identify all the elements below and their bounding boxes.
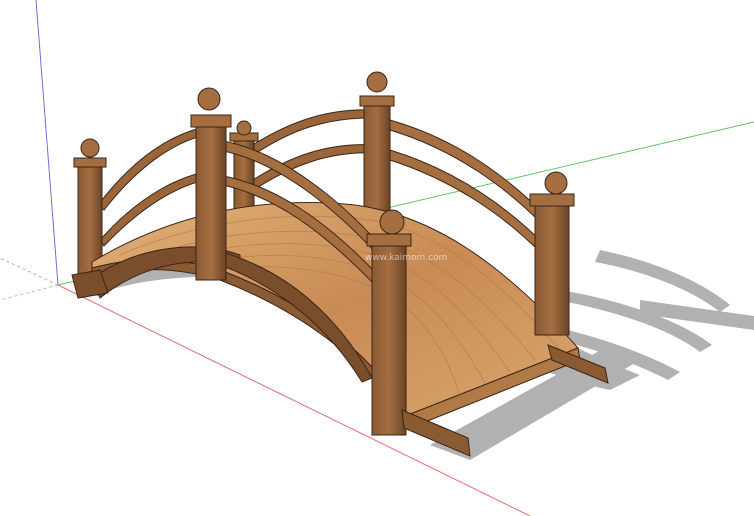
red-axis-dashed xyxy=(0,257,59,286)
blue-axis xyxy=(35,0,59,286)
sketchup-viewport[interactable]: www.kaimom.com xyxy=(0,0,754,516)
model-scene[interactable] xyxy=(0,0,754,516)
green-axis-dashed xyxy=(0,284,59,301)
